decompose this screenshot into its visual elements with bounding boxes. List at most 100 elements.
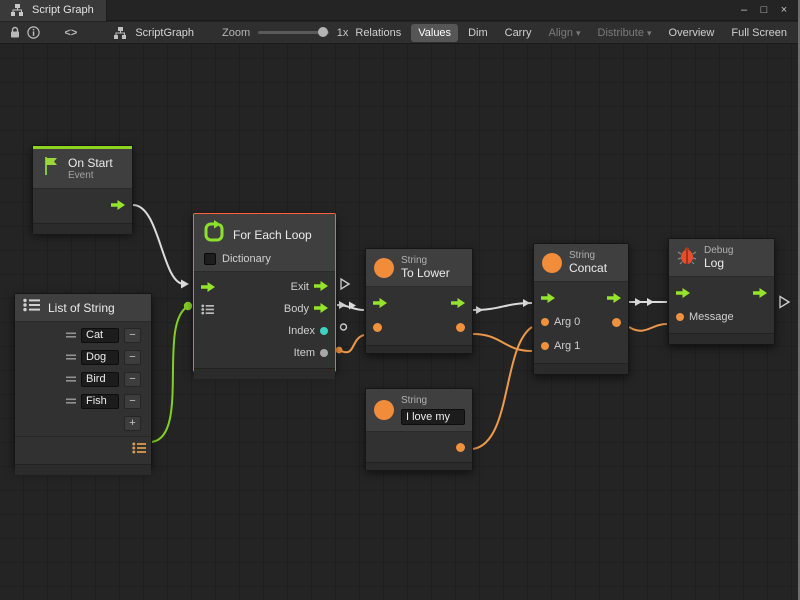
tab-title: Script Graph	[32, 4, 94, 16]
node-string-to-lower[interactable]: String To Lower	[365, 248, 473, 354]
node-for-each-loop[interactable]: For Each Loop Dictionary Exit Body	[193, 213, 336, 372]
flow-out-port[interactable]	[607, 293, 621, 303]
window-controls: – □ ×	[736, 2, 798, 18]
align-button[interactable]: Align▾	[542, 24, 588, 42]
node-on-start[interactable]: On Start Event	[32, 145, 133, 233]
drag-handle-icon[interactable]	[66, 392, 76, 410]
list-out-port[interactable]	[132, 441, 147, 459]
node-list-of-string[interactable]: List of String − − − −	[14, 293, 152, 469]
drag-handle-icon[interactable]	[66, 326, 76, 344]
node-debug-log[interactable]: Debug Log Message	[668, 238, 775, 345]
breadcrumb[interactable]: ScriptGraph	[111, 25, 194, 41]
node-header: List of String	[15, 294, 151, 322]
node-header: String	[366, 389, 472, 432]
node-footer	[366, 345, 472, 353]
drag-handle-icon[interactable]	[66, 348, 76, 366]
result-out-port[interactable]	[612, 318, 621, 327]
arg0-in-port[interactable]	[541, 318, 549, 326]
close-button[interactable]: ×	[776, 2, 792, 18]
loop-icon	[202, 220, 226, 249]
add-item-button[interactable]: +	[124, 416, 141, 431]
string-type-icon	[542, 253, 562, 273]
flow-out-port[interactable]	[451, 298, 465, 308]
zoom-value: 1x	[337, 27, 349, 39]
wire-concat-to-message[interactable]	[629, 324, 667, 331]
carry-button[interactable]: Carry	[498, 24, 539, 42]
arrowhead	[523, 299, 530, 307]
list-item-input[interactable]	[81, 350, 119, 365]
zoom-slider[interactable]	[258, 31, 329, 34]
flow-out-port[interactable]	[753, 288, 767, 298]
node-body: Message	[669, 277, 774, 333]
node-header: Debug Log	[669, 239, 774, 277]
body-flow-out-port[interactable]	[314, 303, 328, 316]
node-footer	[33, 223, 132, 234]
tab-script-graph[interactable]: Script Graph	[0, 0, 107, 21]
flow-in-port[interactable]	[541, 293, 555, 303]
collection-in-port[interactable]	[201, 304, 215, 315]
wire-flow-onstart-to-foreach[interactable]	[133, 205, 184, 284]
wire-endpoint-dot	[336, 347, 343, 354]
node-footer	[15, 464, 151, 475]
flow-out-port[interactable]	[111, 200, 125, 213]
node-string-literal[interactable]: String	[365, 388, 473, 470]
flow-in-port[interactable]	[201, 282, 215, 292]
wire-literal-to-arg0[interactable]	[473, 327, 532, 449]
list-item-row: −	[15, 346, 151, 368]
checkbox-label: Dictionary	[222, 253, 271, 265]
wire-endpoint-dot	[184, 302, 192, 310]
list-item-input[interactable]	[81, 372, 119, 387]
string-literal-input[interactable]	[401, 409, 465, 425]
node-string-concat[interactable]: String Concat Arg 0 Arg 1	[533, 243, 629, 375]
dim-button[interactable]: Dim	[461, 24, 495, 42]
maximize-button[interactable]: □	[756, 2, 772, 18]
index-out-port[interactable]	[320, 327, 328, 335]
list-item-input[interactable]	[81, 394, 119, 409]
values-button[interactable]: Values	[411, 24, 458, 42]
node-title: Concat	[569, 261, 607, 275]
chevron-down-icon: ▾	[576, 28, 581, 38]
add-item-row: +	[15, 412, 151, 434]
flow-in-port[interactable]	[676, 288, 690, 298]
value-out-port[interactable]	[456, 323, 465, 332]
arrowhead	[339, 301, 346, 309]
node-body	[366, 287, 472, 345]
node-footer	[669, 333, 774, 344]
message-in-port[interactable]	[676, 313, 684, 321]
item-out-port[interactable]	[320, 349, 328, 357]
list-item-input[interactable]	[81, 328, 119, 343]
drag-handle-icon[interactable]	[66, 370, 76, 388]
remove-item-button[interactable]: −	[124, 394, 141, 409]
minimize-button[interactable]: –	[736, 2, 752, 18]
chevron-down-icon: ▾	[647, 28, 652, 38]
dictionary-checkbox[interactable]	[204, 253, 216, 265]
value-out-port[interactable]	[456, 443, 465, 452]
arg1-in-port[interactable]	[541, 342, 549, 350]
arrowhead	[181, 280, 189, 289]
distribute-button[interactable]: Distribute▾	[591, 24, 659, 42]
list-icon	[23, 298, 41, 317]
code-view-icon[interactable]: <>	[64, 27, 77, 39]
remove-item-button[interactable]: −	[124, 328, 141, 343]
node-header: String Concat	[534, 244, 628, 282]
relations-button[interactable]: Relations	[348, 24, 408, 42]
zoom-slider-knob[interactable]	[318, 27, 328, 37]
string-type-icon	[374, 258, 394, 278]
exit-flow-out-port[interactable]	[314, 281, 328, 294]
overview-button[interactable]: Overview	[662, 24, 722, 42]
node-title: For Each Loop	[233, 228, 312, 242]
lock-icon[interactable]	[8, 25, 21, 41]
string-type-icon	[374, 400, 394, 420]
remove-item-button[interactable]: −	[124, 372, 141, 387]
wire-item-to-tolower[interactable]	[339, 335, 364, 352]
wire-list-to-foreach[interactable]	[152, 307, 187, 442]
node-footer	[366, 462, 472, 470]
flow-in-port[interactable]	[373, 298, 387, 308]
graph-toolbar: <> ScriptGraph Zoom 1x Relations Values …	[0, 22, 798, 44]
fullscreen-button[interactable]: Full Screen	[724, 24, 794, 42]
info-icon[interactable]	[27, 25, 40, 41]
remove-item-button[interactable]: −	[124, 350, 141, 365]
node-body: − − − − +	[15, 322, 151, 464]
node-category: String	[401, 255, 450, 266]
value-in-port[interactable]	[373, 323, 382, 332]
